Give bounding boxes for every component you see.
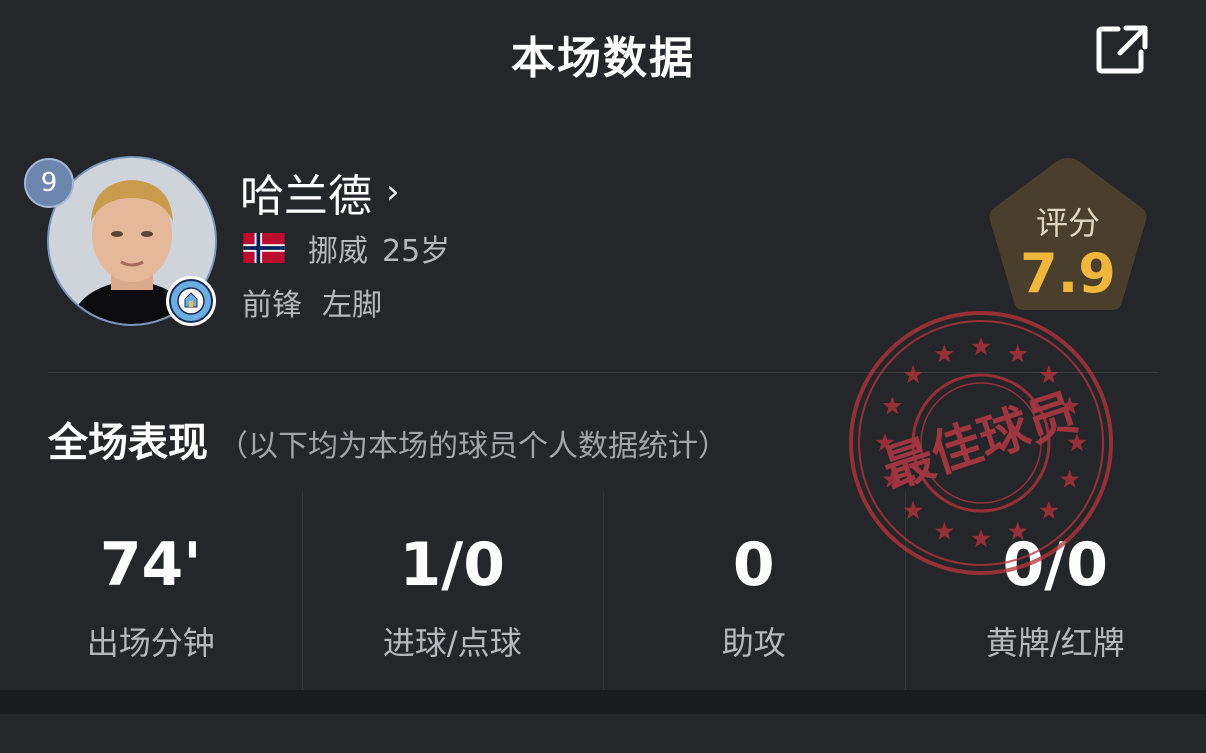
section-title: 全场表现 (48, 420, 208, 466)
rating-value: 7.9 (1020, 242, 1116, 305)
stat-value: 0 (732, 530, 775, 600)
page-title: 本场数据 (511, 33, 695, 84)
stats-row: 74' 出场分钟 1/0 进球/点球 0 助攻 0/0 黄牌/红牌 (0, 492, 1206, 690)
section-note: （以下均为本场的球员个人数据统计） (218, 429, 728, 464)
share-button[interactable] (1094, 24, 1150, 76)
player-name-link[interactable]: 哈兰德 › (240, 160, 400, 224)
position-label: 前锋 (242, 288, 302, 323)
stat-value: 0/0 (1002, 530, 1108, 600)
stat-label: 助攻 (721, 624, 786, 662)
position-row: 前锋 左脚 (242, 280, 382, 324)
stat-label: 进球/点球 (382, 624, 522, 662)
stat-assists: 0 助攻 (603, 492, 905, 690)
stat-minutes: 74' 出场分钟 (0, 492, 302, 690)
section-separator (0, 690, 1206, 714)
section-header: 全场表现 （以下均为本场的球员个人数据统计） (48, 410, 728, 468)
stat-cards: 0/0 黄牌/红牌 (904, 492, 1206, 690)
divider (48, 372, 1158, 373)
nation-row: 挪威 25岁 (242, 226, 450, 270)
stat-goals: 1/0 进球/点球 (301, 492, 604, 690)
chevron-right-icon: › (386, 172, 400, 212)
next-card-edge (0, 714, 1206, 753)
stat-value: 74' (99, 530, 202, 600)
age-label: 25岁 (382, 234, 451, 269)
rating-label: 评分 (1035, 204, 1100, 242)
nation-label: 挪威 (308, 234, 368, 269)
norway-flag-icon (243, 233, 285, 263)
foot-label: 左脚 (322, 288, 382, 323)
stat-value: 1/0 (399, 530, 505, 600)
stat-label: 出场分钟 (86, 624, 215, 662)
shirt-number-badge: 9 (24, 158, 74, 208)
share-external-icon (1096, 25, 1148, 74)
stat-label: 黄牌/红牌 (985, 624, 1125, 662)
player-name: 哈兰德 (240, 171, 372, 222)
manchester-city-badge-icon (166, 276, 216, 326)
rating-badge: 评分 7.9 (984, 152, 1152, 316)
